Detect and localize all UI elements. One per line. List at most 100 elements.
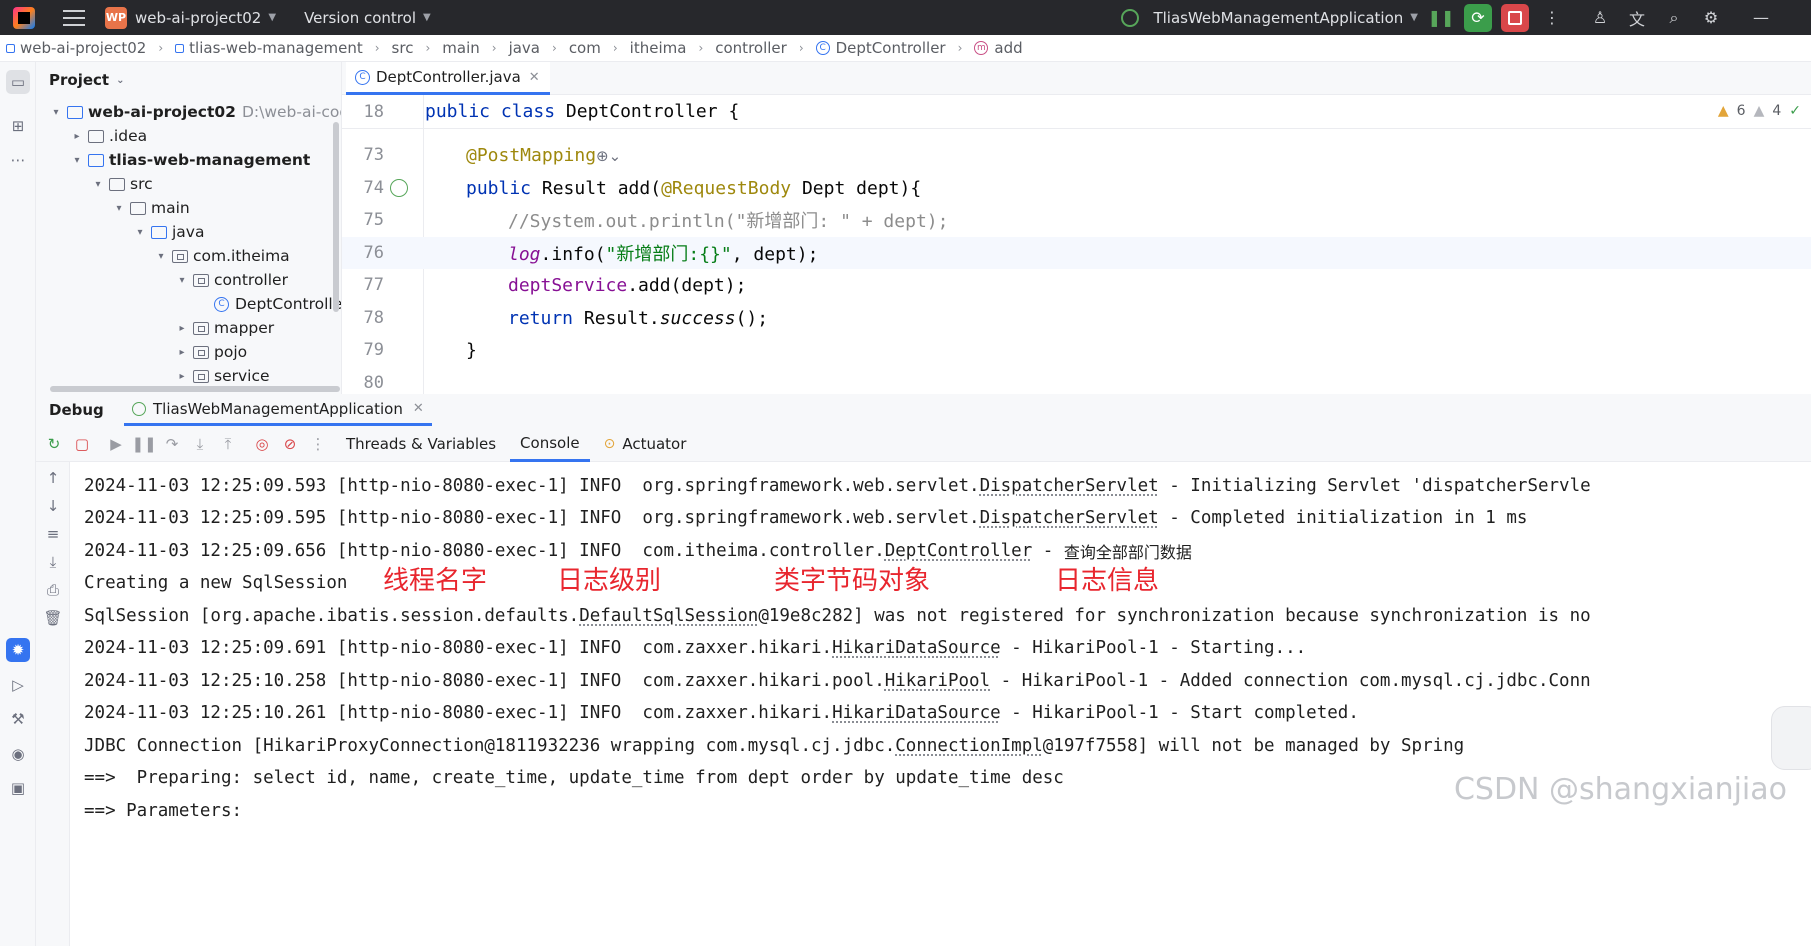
vertical-scrollbar[interactable] (333, 122, 339, 312)
stop-icon[interactable]: ▢ (70, 432, 94, 456)
project-switcher[interactable]: WP web-ai-project02 ▼ (85, 0, 276, 35)
module-icon (6, 43, 15, 53)
tree-item-controller[interactable]: ▾ controller (174, 268, 288, 292)
floating-assistant-button[interactable] (1771, 706, 1811, 770)
tree-label: service (214, 367, 270, 385)
tree-item-module[interactable]: ▾ tlias-web-management (69, 148, 310, 172)
breadcrumb-module[interactable]: tlias-web-management (175, 39, 363, 57)
tree-item-project-root[interactable]: ▾ web-ai-project02 D:\web-ai-code\w (48, 100, 341, 124)
tab-console[interactable]: Console (510, 426, 590, 462)
tree-item-pojo[interactable]: ▸ pojo (174, 340, 247, 364)
collapse-arrow-icon[interactable]: ▾ (69, 155, 85, 166)
version-control-menu[interactable]: Version control ▼ (296, 0, 431, 35)
collapse-arrow-icon[interactable]: ▾ (132, 227, 148, 238)
debug-session-tab[interactable]: TliasWebManagementApplication ✕ (124, 394, 432, 426)
code-line: 80 (342, 367, 1811, 394)
rerun-icon[interactable]: ↻ (42, 432, 66, 456)
resume-program-icon[interactable]: ▶ (104, 432, 128, 456)
breadcrumb-label: src (391, 39, 414, 57)
close-tab-icon[interactable]: ✕ (413, 401, 424, 416)
step-into-icon[interactable]: ⤓ (188, 432, 212, 456)
step-out-icon[interactable]: ⤒ (216, 432, 240, 456)
debug-tool-icon[interactable]: ✹ (6, 638, 30, 662)
services-tool-icon[interactable]: ◉ (6, 742, 30, 766)
spring-bean-gutter-icon[interactable] (390, 179, 408, 197)
more-actions-icon[interactable]: ⋮ (1538, 4, 1566, 32)
terminal-tool-icon[interactable]: ▣ (6, 776, 30, 800)
collapse-arrow-icon[interactable]: ▾ (48, 107, 64, 118)
stop-button[interactable] (1501, 3, 1529, 32)
tab-threads-variables[interactable]: Threads & Variables (336, 426, 506, 462)
collapse-arrow-icon[interactable]: ▾ (153, 251, 169, 262)
tree-item-com-itheima[interactable]: ▾ com.itheima (153, 244, 289, 268)
close-tab-icon[interactable]: ✕ (529, 70, 540, 85)
folder-icon (88, 129, 104, 143)
clear-all-icon[interactable]: 🗑 (41, 606, 65, 630)
code-line: 73 @PostMapping⊕⌄ (342, 139, 1811, 171)
folder-icon (130, 201, 146, 215)
search-icon[interactable]: ⌕ (1660, 4, 1688, 32)
code-editor[interactable]: ▲ 6 ▲ 4 ✓ 18 public class DeptController {… (342, 95, 1811, 394)
expand-arrow-icon[interactable]: ▸ (69, 131, 85, 142)
view-breakpoints-icon[interactable]: ◎ (250, 432, 274, 456)
tree-item-src[interactable]: ▾ src (90, 172, 152, 196)
collapse-arrow-icon[interactable]: ▾ (174, 275, 190, 286)
project-panel-title: Project (49, 71, 110, 89)
annotation-thread-name: 线程名字 (383, 566, 488, 596)
expand-arrow-icon[interactable]: ▸ (174, 347, 190, 358)
mute-breakpoints-icon[interactable]: ⊘ (278, 432, 302, 456)
expand-arrow-icon[interactable]: ▸ (174, 371, 190, 382)
tree-item-deptcontroller[interactable]: C DeptController (211, 292, 342, 316)
breadcrumb-java[interactable]: java (509, 39, 540, 57)
settings-gear-icon[interactable]: ⚙ (1697, 4, 1725, 32)
breadcrumb-itheima[interactable]: itheima (630, 39, 687, 57)
scroll-up-icon[interactable]: ↑ (41, 466, 65, 490)
tree-label: controller (214, 271, 288, 289)
breadcrumb-main[interactable]: main (442, 39, 479, 57)
breadcrumb-project[interactable]: web-ai-project02 (6, 39, 146, 57)
tree-item-service[interactable]: ▸ service (174, 364, 270, 388)
run-config-selector[interactable]: TliasWebManagementApplication ▼ (1121, 0, 1418, 35)
breadcrumb-method[interactable]: m add (974, 39, 1023, 57)
code-text: return Result.success(); (508, 307, 769, 329)
run-tool-icon[interactable]: ▷ (6, 673, 30, 697)
tree-item-mapper[interactable]: ▸ mapper (174, 316, 274, 340)
breadcrumb-class[interactable]: C DeptController (815, 39, 946, 57)
breadcrumb-src[interactable]: src (392, 39, 414, 57)
tree-item-main[interactable]: ▾ main (111, 196, 189, 220)
horizontal-scrollbar[interactable] (50, 386, 340, 392)
resume-icon[interactable]: ❚❚ (1427, 4, 1455, 32)
tab-actuator[interactable]: ⊙ Actuator (594, 426, 697, 462)
pause-icon[interactable]: ❚❚ (131, 432, 156, 456)
minimize-window-icon[interactable]: — (1747, 4, 1775, 32)
print-icon[interactable]: ⎙ (41, 578, 65, 602)
breadcrumb-controller[interactable]: controller (715, 39, 787, 57)
breadcrumb-com[interactable]: com (569, 39, 601, 57)
step-over-icon[interactable]: ↷ (160, 432, 184, 456)
add-user-icon[interactable]: ♙ (1586, 4, 1614, 32)
translate-icon[interactable]: 文 (1623, 4, 1651, 32)
expand-arrow-icon[interactable]: ▸ (174, 323, 190, 334)
editor-tab-deptcontroller[interactable]: C DeptController.java ✕ (346, 62, 550, 95)
tree-item-java[interactable]: ▾ java (132, 220, 204, 244)
more-tools-icon[interactable]: ⋯ (6, 148, 30, 172)
scroll-to-end-icon[interactable]: ⤓ (41, 550, 65, 574)
project-tool-icon[interactable]: ▭ (6, 70, 30, 94)
rerun-button[interactable]: ⟳ (1464, 3, 1492, 32)
endpoint-globe-icon[interactable]: ⊕⌄ (596, 147, 621, 165)
build-tool-icon[interactable]: ⚒ (6, 707, 30, 731)
titlebar-actions: TliasWebManagementApplication ▼ ❚❚ ⟳ ⋮ ♙… (1121, 0, 1811, 35)
soft-wrap-icon[interactable]: ≡ (41, 522, 65, 546)
breadcrumb-separator: › (158, 41, 164, 55)
project-panel-header[interactable]: Project ⌄ (36, 62, 341, 98)
scroll-down-icon[interactable]: ↓ (41, 494, 65, 518)
tree-item-idea[interactable]: ▸ .idea (69, 124, 147, 148)
main-menu-icon[interactable] (63, 9, 85, 26)
collapse-arrow-icon[interactable]: ▾ (90, 179, 106, 190)
collapse-arrow-icon[interactable]: ▾ (111, 203, 127, 214)
console-output[interactable]: 2024-11-03 12:25:09.593 [http-nio-8080-e… (70, 462, 1811, 946)
structure-tool-icon[interactable]: ⊞ (6, 114, 30, 138)
debug-tabs: Threads & Variables Console ⊙ Actuator (336, 426, 700, 462)
tree-label: DeptController (235, 295, 342, 313)
more-options-icon[interactable]: ⋮ (306, 432, 330, 456)
